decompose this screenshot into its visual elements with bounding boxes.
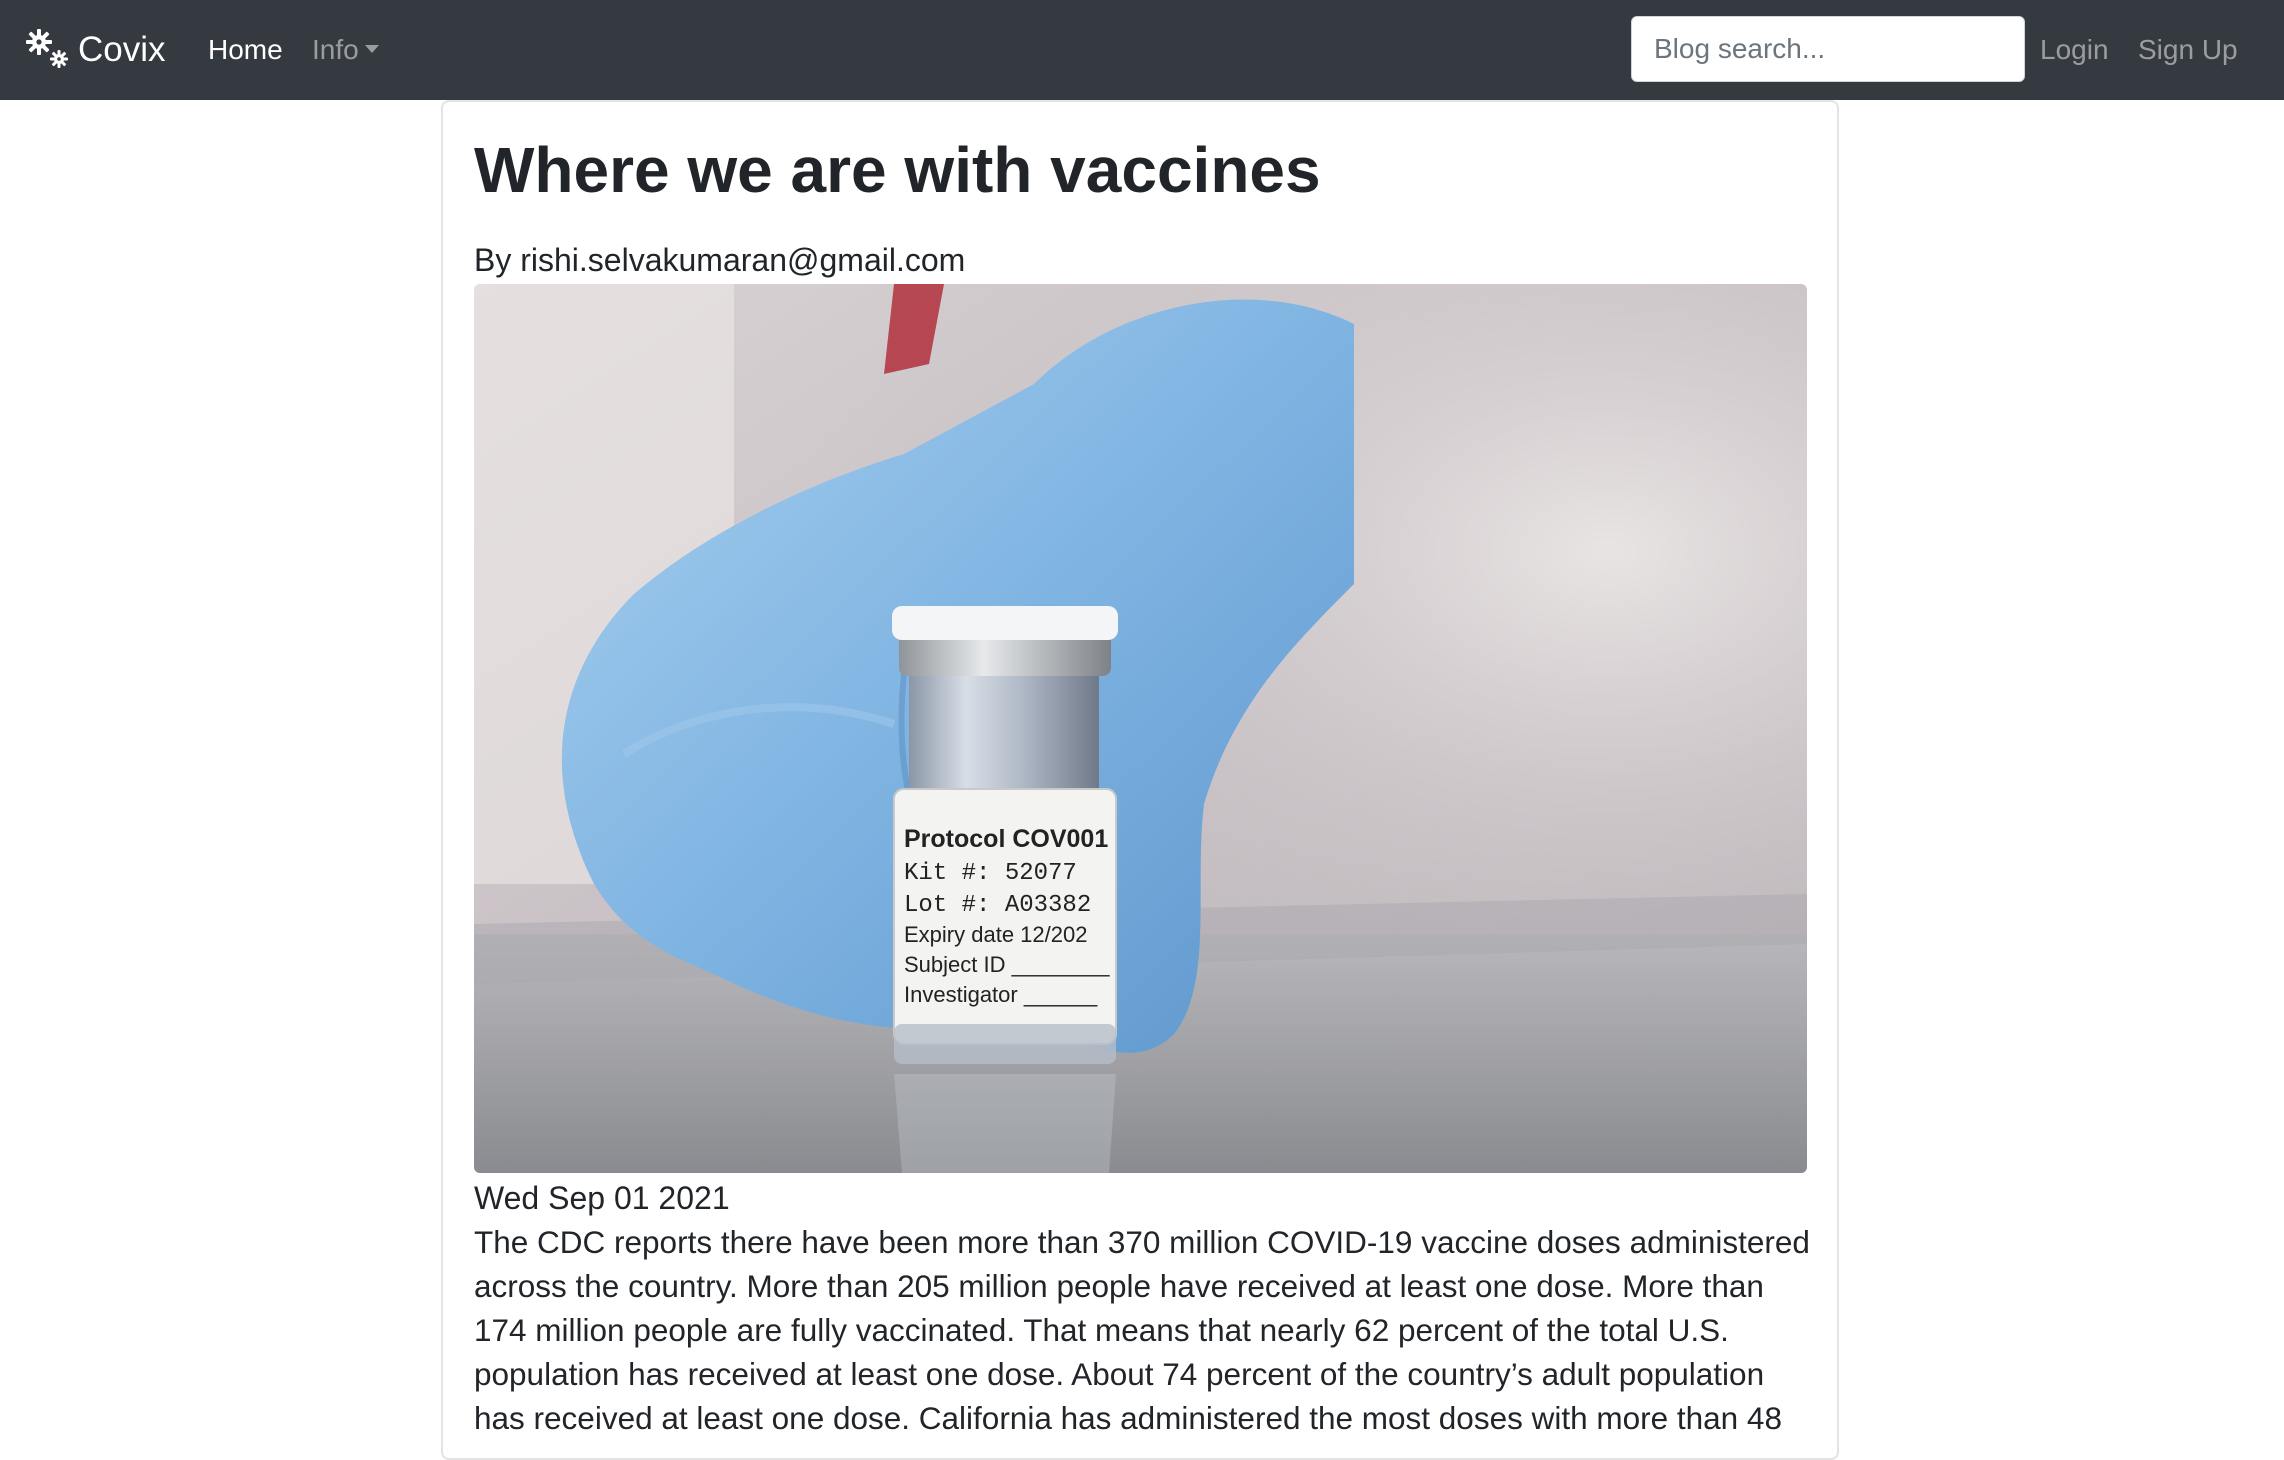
signup-link[interactable]: Sign Up bbox=[2138, 30, 2238, 70]
svg-text:Kit #: 52077: Kit #: 52077 bbox=[904, 860, 1077, 887]
post-author: By rishi.selvakumaran@gmail.com bbox=[474, 242, 966, 278]
nav-home-link[interactable]: Home bbox=[208, 30, 283, 70]
post-card: Where we are with vaccines By rishi.selv… bbox=[441, 100, 1839, 1460]
gears-icon bbox=[26, 29, 68, 68]
nav-info-dropdown[interactable]: Info bbox=[312, 30, 379, 70]
svg-text:Protocol COV001: Protocol COV001 bbox=[904, 825, 1108, 853]
svg-text:Lot #: A03382: Lot #: A03382 bbox=[904, 892, 1091, 919]
nav-info-label: Info bbox=[312, 34, 359, 65]
vaccine-vial-photo: Protocol COV001 Kit #: 52077 Lot #: A033… bbox=[474, 284, 1807, 1173]
top-navbar: Covix Home Info Login Sign Up bbox=[0, 0, 2284, 100]
brand-name: Covix bbox=[78, 30, 166, 69]
post-image: Protocol COV001 Kit #: 52077 Lot #: A033… bbox=[474, 284, 1807, 1173]
post-title: Where we are with vaccines bbox=[474, 134, 1321, 206]
brand-link[interactable]: Covix bbox=[24, 26, 166, 74]
post-date: Wed Sep 01 2021 bbox=[474, 1180, 730, 1216]
blog-search-input[interactable] bbox=[1631, 16, 2025, 82]
svg-text:Subject ID ________: Subject ID ________ bbox=[904, 952, 1110, 977]
post-body: The CDC reports there have been more tha… bbox=[474, 1224, 1810, 1436]
svg-text:Investigator ______: Investigator ______ bbox=[904, 982, 1098, 1007]
login-link[interactable]: Login bbox=[2040, 30, 2109, 70]
svg-text:Expiry date 12/202: Expiry date 12/202 bbox=[904, 922, 1087, 947]
caret-down-icon bbox=[364, 44, 379, 53]
